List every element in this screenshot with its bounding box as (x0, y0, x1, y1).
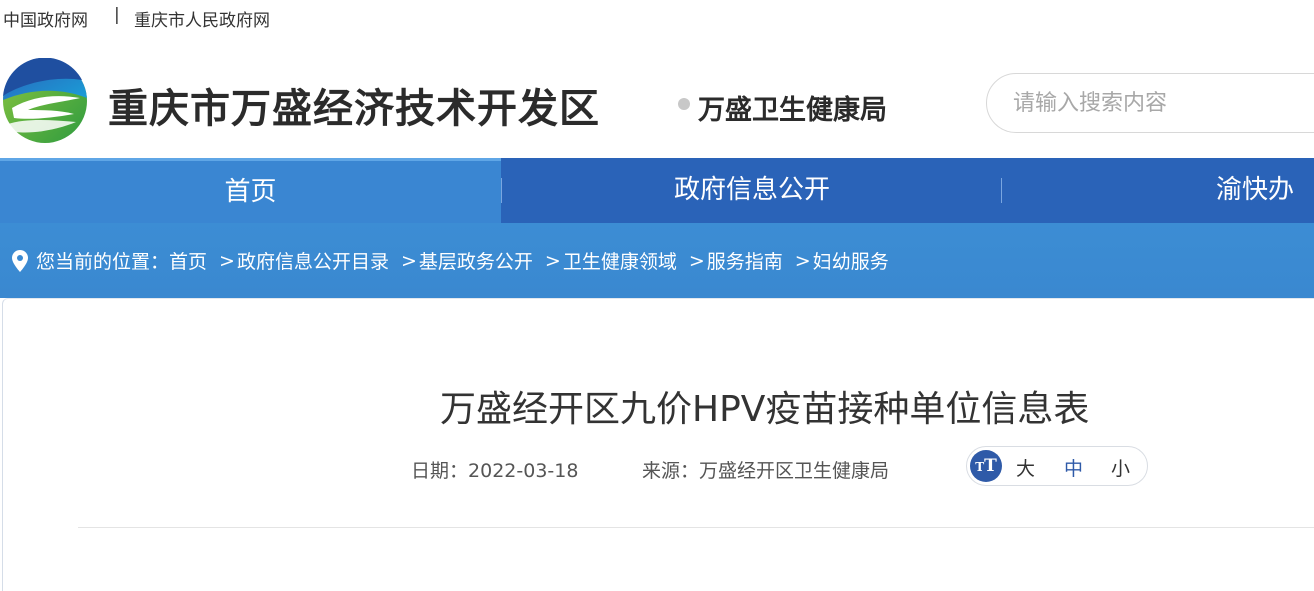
breadcrumb-separator: > (400, 249, 417, 272)
link-separator: | (114, 5, 120, 25)
wansheng-logo-icon[interactable] (2, 58, 88, 144)
date-label: 日期： (411, 460, 469, 482)
site-title: 重庆市万盛经济技术开发区 (108, 86, 600, 132)
top-links-bar: 中国政府网 | 重庆市人民政府网 (0, 0, 1314, 36)
site-header: 重庆市万盛经济技术开发区 万盛卫生健康局 (0, 36, 1314, 158)
font-size-medium-button[interactable]: 中 (1064, 454, 1083, 481)
main-nav: 首页 政府信息公开 渝快办 (0, 158, 1314, 223)
department-title: 万盛卫生健康局 (698, 95, 887, 126)
breadcrumb-separator: > (219, 249, 235, 272)
nav-item-home[interactable]: 首页 (0, 158, 501, 223)
date-value: 2022-03-18 (468, 460, 579, 482)
font-size-icon: TT (970, 450, 1002, 482)
breadcrumb-item-maternal-child[interactable]: 妇幼服务 (813, 247, 889, 274)
breadcrumb: 您当前的位置： 首页 > 政府信息公开目录 > 基层政务公开 > 卫生健康领域 … (12, 247, 889, 274)
article-divider (78, 527, 1314, 528)
article-title: 万盛经开区九价HPV疫苗接种单位信息表 (440, 389, 1090, 430)
search-box (986, 73, 1314, 133)
font-size-icon-text-large: T (984, 456, 997, 476)
breadcrumb-item-service-guide[interactable]: 服务指南 (707, 247, 783, 274)
location-pin-icon (12, 249, 28, 272)
link-chongqing-gov[interactable]: 重庆市人民政府网 (134, 6, 270, 31)
font-size-control: TT 大 中 小 (966, 446, 1148, 486)
source-label: 来源： (642, 460, 700, 482)
source-value: 万盛经开区卫生健康局 (699, 460, 890, 482)
font-size-small-button[interactable]: 小 (1111, 454, 1130, 481)
breadcrumb-separator: > (688, 249, 705, 272)
title-dot (678, 98, 690, 110)
link-china-gov[interactable]: 中国政府网 (3, 6, 88, 31)
article-panel (2, 298, 1314, 591)
breadcrumb-bar: 您当前的位置： 首页 > 政府信息公开目录 > 基层政务公开 > 卫生健康领域 … (0, 223, 1314, 298)
breadcrumb-separator: > (544, 249, 561, 272)
breadcrumb-prefix: 您当前的位置： (36, 251, 170, 273)
breadcrumb-item-home[interactable]: 首页 (169, 247, 207, 274)
nav-item-gov-info[interactable]: 政府信息公开 (502, 158, 1002, 223)
breadcrumb-separator: > (794, 249, 811, 272)
breadcrumb-item-grassroots[interactable]: 基层政务公开 (419, 247, 533, 274)
article-date: 日期：2022-03-18 (411, 456, 578, 483)
font-size-icon-text-small: T (975, 460, 985, 474)
breadcrumb-item-gov-info-catalog[interactable]: 政府信息公开目录 (237, 247, 389, 274)
article-source: 来源：万盛经开区卫生健康局 (642, 456, 889, 483)
nav-divider (1001, 178, 1002, 203)
breadcrumb-item-health[interactable]: 卫生健康领域 (563, 247, 677, 274)
search-input[interactable] (1013, 88, 1313, 118)
font-size-large-button[interactable]: 大 (1016, 454, 1035, 481)
nav-item-yukuaiban[interactable]: 渝快办 (1180, 158, 1314, 223)
